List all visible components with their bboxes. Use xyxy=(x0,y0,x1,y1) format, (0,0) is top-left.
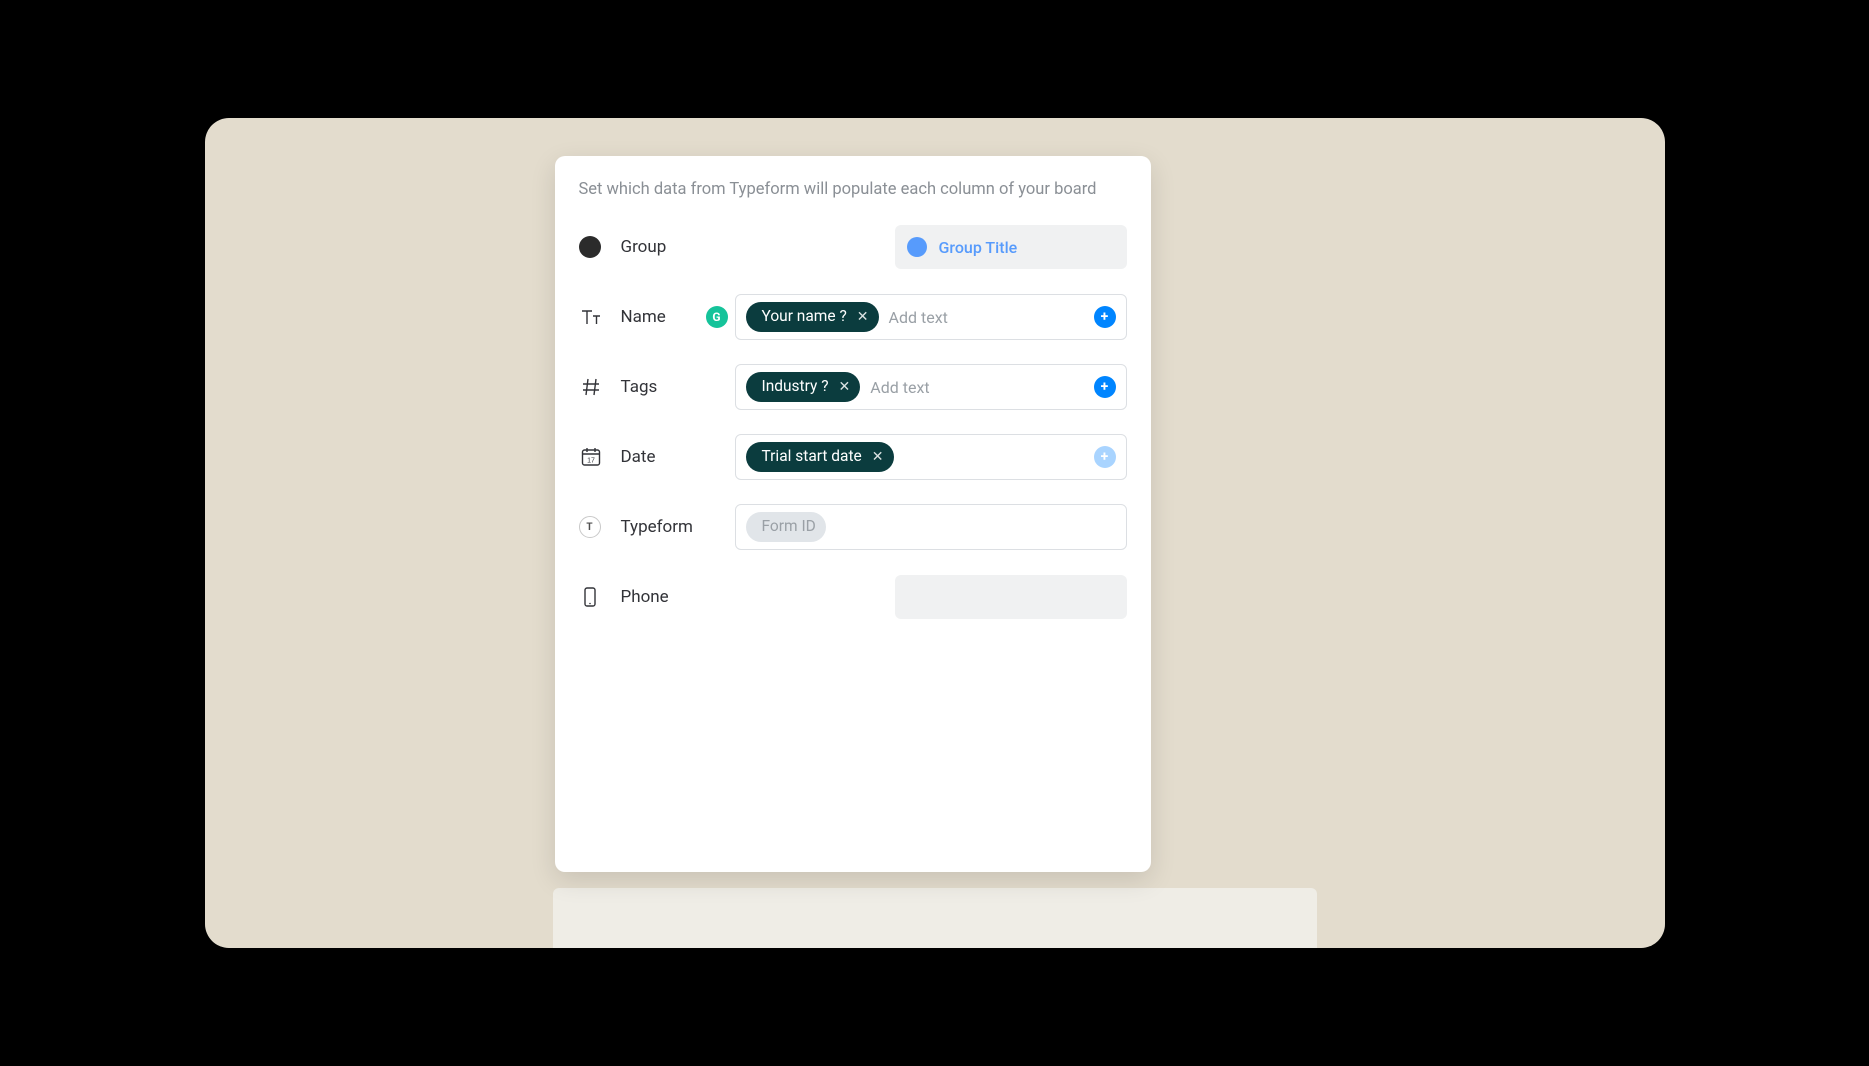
row-typeform: T Typeform Form ID xyxy=(579,503,1127,551)
remove-chip-icon[interactable]: ✕ xyxy=(839,380,851,394)
text-column-icon xyxy=(579,305,621,329)
row-phone: Phone xyxy=(579,573,1127,621)
row-label: Date xyxy=(621,447,731,467)
circle-icon xyxy=(907,237,927,257)
chip-label: Trial start date xyxy=(762,449,862,465)
remove-chip-icon[interactable]: ✕ xyxy=(872,450,884,464)
typeform-mapping-input[interactable]: Form ID xyxy=(735,504,1127,550)
modal-title: Set which data from Typeform will popula… xyxy=(579,178,1127,201)
tags-mapping-input[interactable]: Industry ? ✕ Add text + xyxy=(735,364,1127,410)
row-label: Tags xyxy=(621,377,731,397)
row-name: Name G Your name ? ✕ Add text + xyxy=(579,293,1127,341)
name-mapping-input[interactable]: G Your name ? ✕ Add text + xyxy=(735,294,1127,340)
group-color-icon xyxy=(579,236,621,258)
window-frame: e a pulse Set which data from Typeform w… xyxy=(205,118,1665,948)
chip-label: Industry ? xyxy=(762,379,829,395)
mapping-chip[interactable]: Industry ? ✕ xyxy=(746,372,861,402)
date-column-icon: 17 xyxy=(579,445,621,469)
row-label: Phone xyxy=(621,587,731,607)
row-label: Typeform xyxy=(621,517,731,537)
phone-mapping-field[interactable] xyxy=(895,575,1127,619)
add-text-placeholder: Add text xyxy=(870,378,1083,397)
chip-label: Form ID xyxy=(762,519,816,535)
mapping-modal: Set which data from Typeform will popula… xyxy=(555,156,1151,872)
row-group: Group Group Title xyxy=(579,223,1127,271)
add-text-placeholder: Add text xyxy=(889,308,1084,327)
row-label: Group xyxy=(621,237,731,257)
mapping-chip[interactable]: Trial start date ✕ xyxy=(746,442,894,472)
phone-column-icon xyxy=(579,585,621,609)
add-mapping-button[interactable]: + xyxy=(1094,376,1116,398)
date-mapping-input[interactable]: Trial start date ✕ + xyxy=(735,434,1127,480)
group-title-label: Group Title xyxy=(939,238,1018,257)
background-footer-panel xyxy=(553,888,1317,948)
remove-chip-icon[interactable]: ✕ xyxy=(857,310,869,324)
mapping-chip[interactable]: Your name ? ✕ xyxy=(746,302,879,332)
chip-label: Your name ? xyxy=(762,309,847,325)
group-title-field[interactable]: Group Title xyxy=(895,225,1127,269)
mapping-chip-disabled: Form ID xyxy=(746,512,826,542)
grammarly-icon: G xyxy=(706,306,728,328)
typeform-column-icon: T xyxy=(579,516,601,538)
row-date: 17 Date Trial start date ✕ + xyxy=(579,433,1127,481)
row-tags: Tags Industry ? ✕ Add text + xyxy=(579,363,1127,411)
svg-text:17: 17 xyxy=(587,458,595,465)
tags-column-icon xyxy=(579,375,621,399)
add-mapping-button[interactable]: + xyxy=(1094,446,1116,468)
add-mapping-button[interactable]: + xyxy=(1094,306,1116,328)
